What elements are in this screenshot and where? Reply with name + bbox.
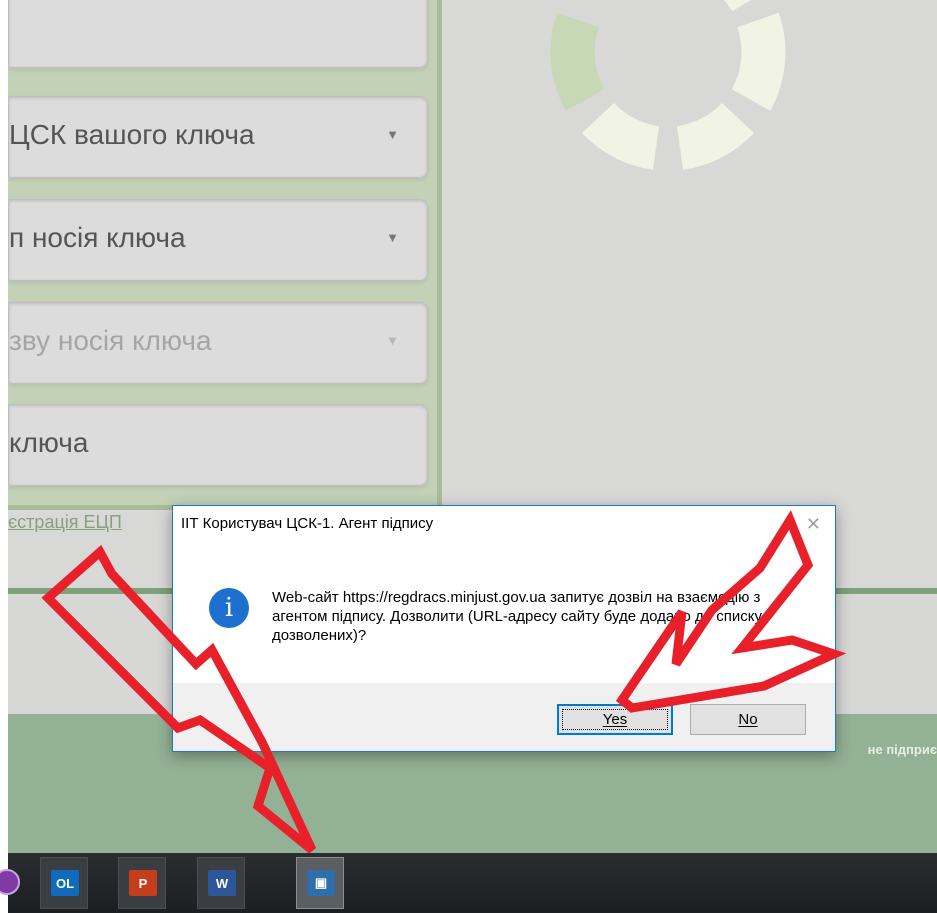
chevron-down-icon: ▼ [386,333,399,348]
yes-button[interactable]: Yes [557,704,673,735]
key-password-text: ключа [9,427,89,458]
taskbar: OL P W ▣ [0,853,937,913]
signature-agent-icon: ▣ [307,870,335,896]
key-form-panel: ЦСК вашого ключа ▼ п носія ключа ▼ зву н… [8,0,442,532]
key-media-type-select[interactable]: п носія ключа ▼ [8,199,428,281]
taskbar-signature-agent[interactable]: ▣ [296,857,344,909]
no-button-label: No [738,711,758,728]
permission-dialog: ІІТ Користувач ЦСК-1. Агент підпису ✕ i … [172,505,836,752]
screenshot: ЦСК вашого ключа ▼ п носія ключа ▼ зву н… [0,0,937,913]
taskbar-powerpoint[interactable]: P [118,857,166,909]
chevron-down-icon: ▼ [386,230,399,245]
key-media-name-select[interactable]: зву носія ключа ▼ [8,302,428,384]
powerpoint-icon: P [129,870,157,896]
ca-select[interactable]: ЦСК вашого ключа ▼ [8,96,428,178]
no-button[interactable]: No [690,704,806,735]
footer-text: не підприє [867,742,937,757]
loading-spinner-icon [550,0,786,170]
yes-button-label: Yes [602,711,628,728]
outlook-icon: OL [51,870,79,896]
dialog-title: ІІТ Користувач ЦСК-1. Агент підпису [181,515,434,532]
close-icon[interactable]: ✕ [806,514,821,535]
ca-select-text: ЦСК вашого ключа [9,119,255,150]
key-media-name-text: зву носія ключа [9,325,212,356]
taskbar-partial-app-icon[interactable] [0,869,20,895]
taskbar-word[interactable]: W [197,857,245,909]
registration-link[interactable]: єстрація ЕЦП [8,512,122,533]
field-top[interactable] [8,0,428,68]
info-icon: i [209,588,249,628]
key-password-input[interactable]: ключа [8,404,428,486]
dialog-message: Web-сайт https://regdracs.minjust.gov.ua… [272,589,762,644]
key-media-type-text: п носія ключа [9,222,186,253]
chevron-down-icon: ▼ [386,127,399,142]
taskbar-outlook[interactable]: OL [40,857,88,909]
word-icon: W [208,870,236,896]
